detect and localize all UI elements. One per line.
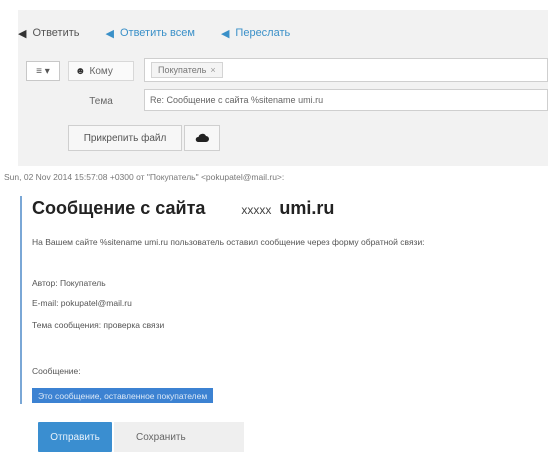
subject-field[interactable]: Re: Сообщение с сайта %sitename umi.ru — [144, 89, 548, 111]
quote-header: Sun, 02 Nov 2014 15:57:08 +0300 от "Поку… — [4, 172, 285, 182]
cloud-upload-button[interactable] — [184, 125, 220, 151]
quote-title-right: umi.ru — [279, 198, 335, 218]
reply-button[interactable]: ◀ Ответить — [18, 27, 80, 40]
quoted-message-title: Сообщение с сайта xxxxx umi.ru — [32, 198, 334, 219]
reply-all-label: Ответить всем — [119, 27, 195, 39]
quote-title-left: Сообщение с сайта — [32, 198, 206, 218]
recipient-chip-label: Покупатель — [158, 65, 207, 75]
quote-title-mid: xxxxx — [241, 203, 272, 217]
quote-message-label: Сообщение: — [32, 366, 81, 376]
remove-recipient-icon[interactable]: × — [210, 65, 215, 75]
recipient-chip[interactable]: Покупатель × — [151, 62, 223, 78]
quote-topic: Тема сообщения: проверка связи — [32, 320, 165, 330]
forward-icon: ◀ — [220, 27, 230, 40]
to-label-button[interactable]: ☻ Кому — [68, 61, 134, 81]
to-field[interactable]: Покупатель × — [144, 58, 548, 82]
person-icon: ☻ — [75, 65, 86, 77]
quote-bar — [20, 196, 22, 404]
subject-label: Тема — [89, 95, 113, 107]
header-fields-toggle[interactable]: ≡ ▾ — [26, 61, 60, 81]
cloud-upload-icon — [195, 133, 209, 142]
forward-button[interactable]: ◀ Переслать — [221, 27, 290, 40]
quote-email: E-mail: pokupatel@mail.ru — [32, 298, 132, 308]
forward-label: Переслать — [235, 27, 291, 39]
to-label: Кому — [89, 65, 113, 77]
save-button[interactable]: Сохранить — [114, 422, 244, 452]
reply-toolbar: ◀ Ответить ◀ Ответить всем ◀ Переслать — [18, 18, 316, 48]
send-button[interactable]: Отправить — [38, 422, 112, 452]
attach-file-button[interactable]: Прикрепить файл — [68, 125, 182, 151]
reply-icon: ◀ — [18, 27, 27, 40]
reply-label: Ответить — [32, 27, 80, 39]
reply-all-button[interactable]: ◀ Ответить всем — [106, 27, 195, 40]
quote-message-text: Это сообщение, оставленное покупателем — [32, 388, 214, 403]
quote-intro: На Вашем сайте %sitename umi.ru пользова… — [32, 237, 425, 247]
reply-all-icon: ◀ — [105, 27, 114, 40]
quote-author: Автор: Покупатель — [32, 278, 106, 288]
